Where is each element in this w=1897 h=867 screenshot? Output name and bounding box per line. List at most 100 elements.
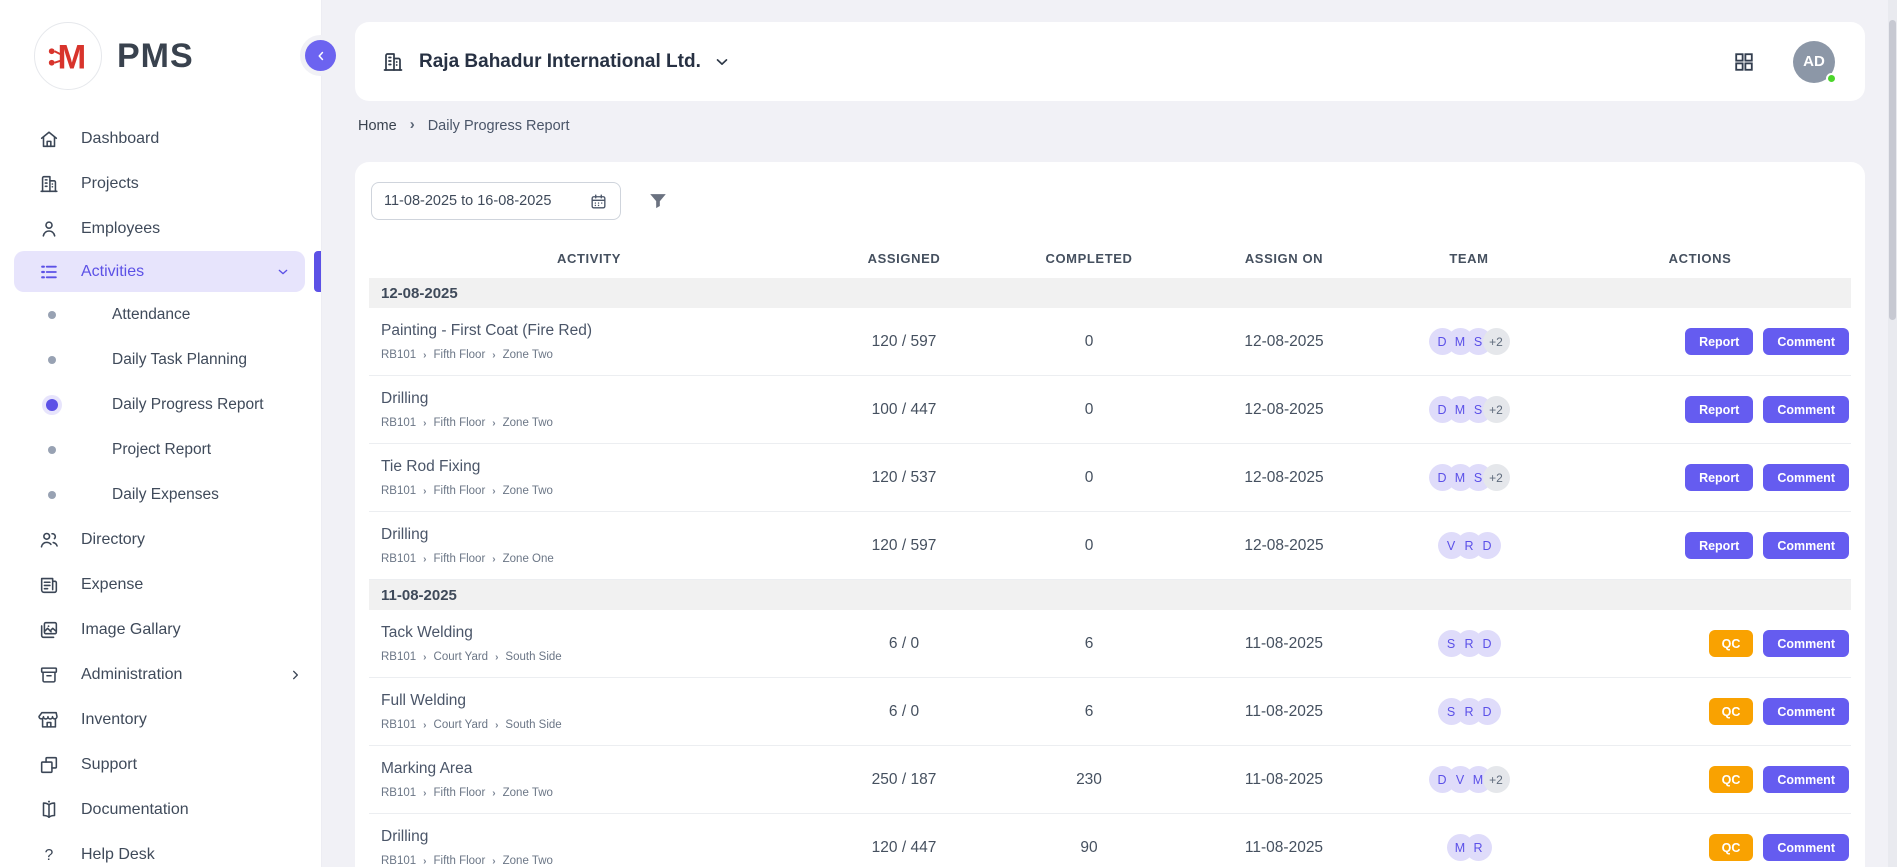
assign-on-cell: 11-08-2025	[1179, 839, 1389, 857]
sidebar-item-inventory[interactable]: Inventory	[0, 697, 321, 742]
activity-title: Drilling	[381, 526, 809, 544]
qc-button[interactable]: QC	[1709, 630, 1754, 657]
path-segment: Zone Two	[503, 485, 553, 497]
path-segment: RB101	[381, 787, 416, 799]
company-selector[interactable]: Raja Bahadur International Ltd.	[381, 50, 731, 74]
team-member-avatar[interactable]: D	[1474, 532, 1501, 559]
chevron-down-icon	[275, 264, 291, 280]
sidebar-item-documentation[interactable]: Documentation	[0, 787, 321, 832]
sidebar-subitem-project-report[interactable]: Project Report	[0, 427, 321, 472]
comment-button[interactable]: Comment	[1763, 698, 1849, 725]
qc-button[interactable]: QC	[1709, 766, 1754, 793]
sidebar-item-directory[interactable]: Directory	[0, 517, 321, 562]
table-row: Painting - First Coat (Fire Red)RB101›Fi…	[369, 308, 1851, 376]
assigned-cell: 120 / 597	[809, 537, 999, 555]
comment-button[interactable]: Comment	[1763, 630, 1849, 657]
table-row: Tie Rod FixingRB101›Fifth Floor›Zone Two…	[369, 444, 1851, 512]
assign-on-cell: 12-08-2025	[1179, 401, 1389, 419]
comment-button[interactable]: Comment	[1763, 766, 1849, 793]
team-member-avatar[interactable]: D	[1474, 698, 1501, 725]
team-extra-count[interactable]: +2	[1483, 328, 1510, 355]
page-scrollbar[interactable]	[1888, 0, 1897, 867]
activity-title: Tack Welding	[381, 624, 809, 642]
sidebar-item-help-desk[interactable]: ? Help Desk	[0, 832, 321, 867]
scrollbar-thumb[interactable]	[1889, 20, 1896, 320]
comment-button[interactable]: Comment	[1763, 532, 1849, 559]
completed-cell: 6	[999, 635, 1179, 653]
app-title: PMS	[117, 37, 194, 76]
apps-grid-icon[interactable]	[1733, 51, 1755, 73]
comment-button[interactable]: Comment	[1763, 328, 1849, 355]
sidebar-collapse-button[interactable]	[305, 40, 336, 71]
table-row: DrillingRB101›Fifth Floor›Zone Two120 / …	[369, 814, 1851, 867]
completed-cell: 90	[999, 839, 1179, 857]
sidebar-item-label: Dashboard	[81, 130, 303, 148]
team-extra-count[interactable]: +2	[1483, 464, 1510, 491]
sidebar-subitem-daily-expenses[interactable]: Daily Expenses	[0, 472, 321, 517]
user-avatar[interactable]: AD	[1793, 41, 1835, 83]
sidebar-subitem-attendance[interactable]: Attendance	[0, 292, 321, 337]
active-indicator-strip	[314, 251, 321, 292]
team-cell: DMS+2	[1389, 396, 1549, 423]
sidebar: M PMS Dashboard Projects Employees Activ…	[0, 0, 322, 867]
sidebar-item-expense[interactable]: Expense	[0, 562, 321, 607]
team-extra-count[interactable]: +2	[1483, 766, 1510, 793]
path-separator-icon: ›	[492, 486, 495, 497]
report-button[interactable]: Report	[1685, 464, 1753, 491]
comment-button[interactable]: Comment	[1763, 834, 1849, 861]
sidebar-item-projects[interactable]: Projects	[0, 161, 321, 206]
breadcrumb-current: Daily Progress Report	[428, 118, 570, 134]
activity-cell: DrillingRB101›Fifth Floor›Zone Two	[369, 390, 809, 429]
column-header-team: TEAM	[1389, 251, 1549, 266]
completed-cell: 0	[999, 333, 1179, 351]
assign-on-cell: 11-08-2025	[1179, 703, 1389, 721]
table-row: Full WeldingRB101›Court Yard›South Side6…	[369, 678, 1851, 746]
report-button[interactable]: Report	[1685, 396, 1753, 423]
sidebar-subitem-daily-task-planning[interactable]: Daily Task Planning	[0, 337, 321, 382]
assign-on-cell: 12-08-2025	[1179, 537, 1389, 555]
qc-button[interactable]: QC	[1709, 834, 1754, 861]
filter-funnel-icon[interactable]	[647, 190, 669, 212]
sidebar-item-activities[interactable]: Activities	[14, 251, 305, 292]
column-header-assigned: ASSIGNED	[809, 251, 999, 266]
team-member-avatar[interactable]: D	[1474, 630, 1501, 657]
archive-icon	[38, 664, 60, 686]
path-segment: Zone Two	[503, 787, 553, 799]
qc-button[interactable]: QC	[1709, 698, 1754, 725]
date-range-input[interactable]: 11-08-2025 to 16-08-2025	[371, 182, 621, 220]
team-extra-count[interactable]: +2	[1483, 396, 1510, 423]
team-cell: VRD	[1389, 532, 1549, 559]
sidebar-item-label: Activities	[81, 263, 275, 281]
path-segment: RB101	[381, 349, 416, 361]
sidebar-item-dashboard[interactable]: Dashboard	[0, 116, 321, 161]
sidebar-item-administration[interactable]: Administration	[0, 652, 321, 697]
comment-button[interactable]: Comment	[1763, 464, 1849, 491]
online-status-dot	[1826, 73, 1837, 84]
actions-cell: QC Comment	[1549, 698, 1851, 725]
report-button[interactable]: Report	[1685, 532, 1753, 559]
image-icon	[38, 619, 60, 641]
activity-location-path: RB101›Fifth Floor›Zone Two	[381, 855, 809, 867]
filter-row: 11-08-2025 to 16-08-2025	[371, 182, 1851, 220]
breadcrumb-home[interactable]: Home	[358, 118, 397, 134]
comment-button[interactable]: Comment	[1763, 396, 1849, 423]
sidebar-item-support[interactable]: Support	[0, 742, 321, 787]
activity-cell: Tack WeldingRB101›Court Yard›South Side	[369, 624, 809, 663]
team-member-avatar[interactable]: R	[1465, 834, 1492, 861]
company-name: Raja Bahadur International Ltd.	[419, 51, 701, 73]
activity-title: Drilling	[381, 828, 809, 846]
assigned-cell: 6 / 0	[809, 635, 999, 653]
sidebar-subitem-daily-progress-report[interactable]: Daily Progress Report	[0, 382, 321, 427]
sidebar-item-employees[interactable]: Employees	[0, 206, 321, 251]
activity-title: Marking Area	[381, 760, 809, 778]
sidebar-item-image-gallary[interactable]: Image Gallary	[0, 607, 321, 652]
column-header-actions: ACTIONS	[1549, 251, 1851, 266]
report-button[interactable]: Report	[1685, 328, 1753, 355]
svg-text:M: M	[57, 38, 86, 76]
assigned-cell: 120 / 597	[809, 333, 999, 351]
path-segment: Fifth Floor	[434, 553, 486, 565]
activity-cell: Full WeldingRB101›Court Yard›South Side	[369, 692, 809, 731]
app-logo: M PMS	[0, 0, 321, 90]
person-icon	[38, 218, 60, 240]
news-icon	[38, 574, 60, 596]
